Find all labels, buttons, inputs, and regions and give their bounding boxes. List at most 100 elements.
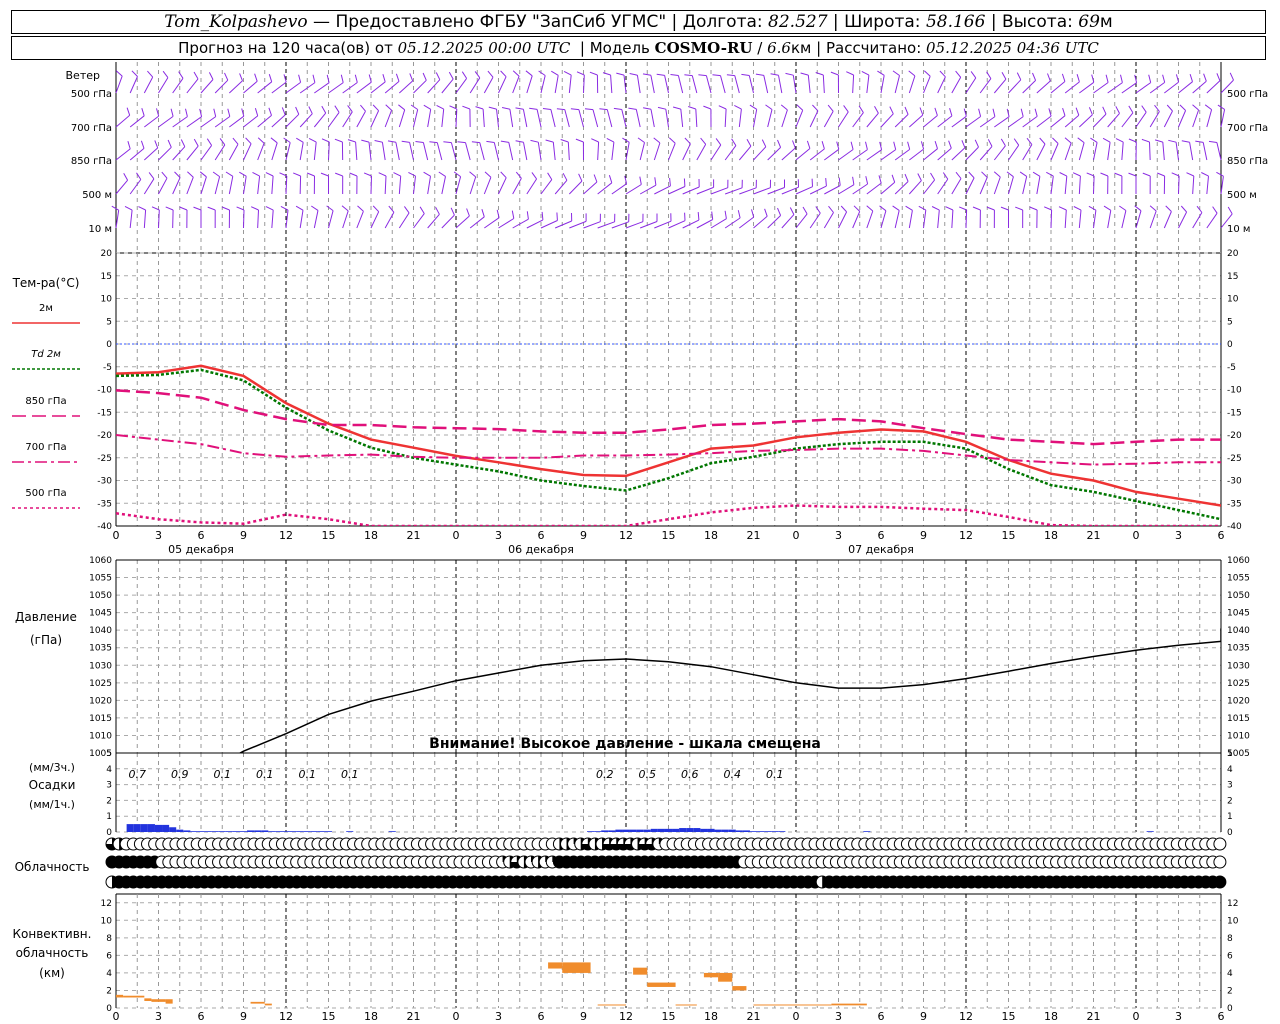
- wind-barb: [710, 210, 727, 229]
- wind-barb: [387, 140, 400, 161]
- wind-barb: [879, 205, 887, 229]
- y-tick-label-left: 1035: [89, 644, 112, 654]
- wind-barb: [1077, 137, 1085, 161]
- wind-barb: [994, 108, 1010, 128]
- wind-barb: [908, 173, 922, 195]
- y-tick-label-right: 0: [1227, 340, 1233, 350]
- wind-level-label-right: 500 м: [1227, 190, 1257, 201]
- wind-barb: [271, 107, 286, 128]
- wind-barb: [429, 141, 443, 161]
- wind-barb: [299, 106, 313, 128]
- convective-bar: [647, 982, 676, 987]
- y-tick-label-right: 1020: [1227, 696, 1250, 706]
- x-tick-label: 18: [364, 529, 378, 542]
- wind-level-label-right: 500 гПа: [1227, 89, 1268, 100]
- wind-barb: [193, 206, 202, 228]
- wind-barb: [795, 140, 811, 161]
- wind-barb: [1192, 104, 1200, 128]
- wind-barb: [838, 205, 848, 229]
- wind-barb: [449, 105, 458, 128]
- wind-barb: [741, 73, 754, 94]
- y-tick-label-left: 0: [106, 1004, 112, 1014]
- wind-barb: [285, 74, 302, 94]
- convective-title2: облачность: [16, 946, 89, 960]
- wind-barb: [138, 206, 147, 229]
- wind-barb: [866, 141, 883, 161]
- wind-barb: [115, 70, 123, 94]
- wind-barb: [457, 141, 471, 161]
- wind-barb: [668, 178, 686, 195]
- x-tick-label-bottom: 6: [198, 1010, 205, 1023]
- wind-barb: [1072, 172, 1081, 195]
- x-tick-label-bottom: 3: [495, 1010, 502, 1023]
- wind-barb: [698, 74, 712, 94]
- y-tick-label-right: -40: [1227, 522, 1242, 532]
- wind-barb: [1216, 171, 1224, 195]
- wind-barb: [410, 104, 419, 128]
- wind-barb: [923, 172, 936, 195]
- y-tick-label-right: 1030: [1227, 661, 1250, 671]
- wind-level-label-left: 10 м: [89, 224, 112, 235]
- wind-barb: [1204, 104, 1213, 128]
- y-tick-label-right: -10: [1227, 386, 1242, 396]
- wind-barb: [753, 208, 768, 229]
- precip-total-label: 0.1: [299, 768, 317, 781]
- x-tick-label-bottom: 12: [959, 1010, 973, 1023]
- cloud-fill: [1213, 876, 1226, 888]
- pressure-ylabel: (гПа): [30, 633, 62, 647]
- precip-bar: [296, 831, 304, 832]
- wind-barb: [115, 141, 131, 161]
- temp-legend-label: 500 гПа: [25, 488, 66, 499]
- wind-barb: [207, 206, 216, 229]
- wind-barb: [243, 73, 258, 94]
- x-tick-label-bottom: 21: [747, 1010, 761, 1023]
- wind-barb: [979, 71, 992, 94]
- wind-barb: [568, 173, 583, 195]
- wind-level-label-right: 10 м: [1227, 224, 1250, 235]
- convective-bar: [597, 1004, 626, 1006]
- convective-bar: [250, 1001, 265, 1004]
- wind-barb: [688, 106, 698, 128]
- x-tick-label-bottom: 18: [1044, 1010, 1058, 1023]
- wind-barb: [613, 107, 627, 128]
- wind-barb: [265, 206, 274, 229]
- wind-barb: [972, 206, 981, 229]
- precip-bar: [608, 830, 616, 832]
- precip-bar: [764, 831, 772, 832]
- y-tick-label-right: 1010: [1227, 731, 1250, 741]
- day-label: 07 декабря: [848, 543, 914, 556]
- wind-barb: [1046, 171, 1054, 195]
- y-tick-label-right: 20: [1227, 249, 1239, 259]
- precip-bar: [778, 831, 786, 832]
- wind-barb: [611, 175, 628, 195]
- wind-barb: [1000, 206, 1009, 228]
- wind-barb: [498, 171, 507, 195]
- x-tick-label: 12: [959, 529, 973, 542]
- wind-barb: [781, 207, 795, 229]
- x-tick-label: 15: [662, 529, 676, 542]
- wind-barb: [285, 106, 300, 128]
- y-tick-label-left: 2: [106, 796, 112, 806]
- meteogram: Ветер 500 гПа 500 гПа 700 гПа 700 гПа 850 гПа…: [12, 62, 1268, 1023]
- wind-barb: [959, 206, 968, 229]
- x-tick-label: 0: [793, 529, 800, 542]
- wind-barb: [657, 106, 669, 128]
- wind-barb: [469, 71, 481, 94]
- precip-bar: [863, 831, 871, 832]
- precip-bar: [679, 828, 687, 832]
- wind-barb: [656, 73, 669, 94]
- wind-barb: [299, 74, 316, 94]
- wind-barb: [1121, 105, 1134, 128]
- y-tick-label-right: -20: [1227, 431, 1242, 441]
- wind-barb: [1090, 137, 1098, 161]
- precip-unit-3h: (мм/3ч.): [29, 761, 75, 774]
- convective-title: Конвективн.: [13, 927, 92, 941]
- precip-bar: [183, 830, 191, 832]
- y-tick-label-left: 4: [106, 765, 112, 775]
- wind-barb: [111, 205, 120, 229]
- wind-barb: [1135, 105, 1147, 128]
- x-tick-label: 15: [322, 529, 336, 542]
- wind-barb: [965, 139, 979, 161]
- temp-series-line: [116, 504, 1221, 526]
- wind-barb: [1149, 205, 1157, 229]
